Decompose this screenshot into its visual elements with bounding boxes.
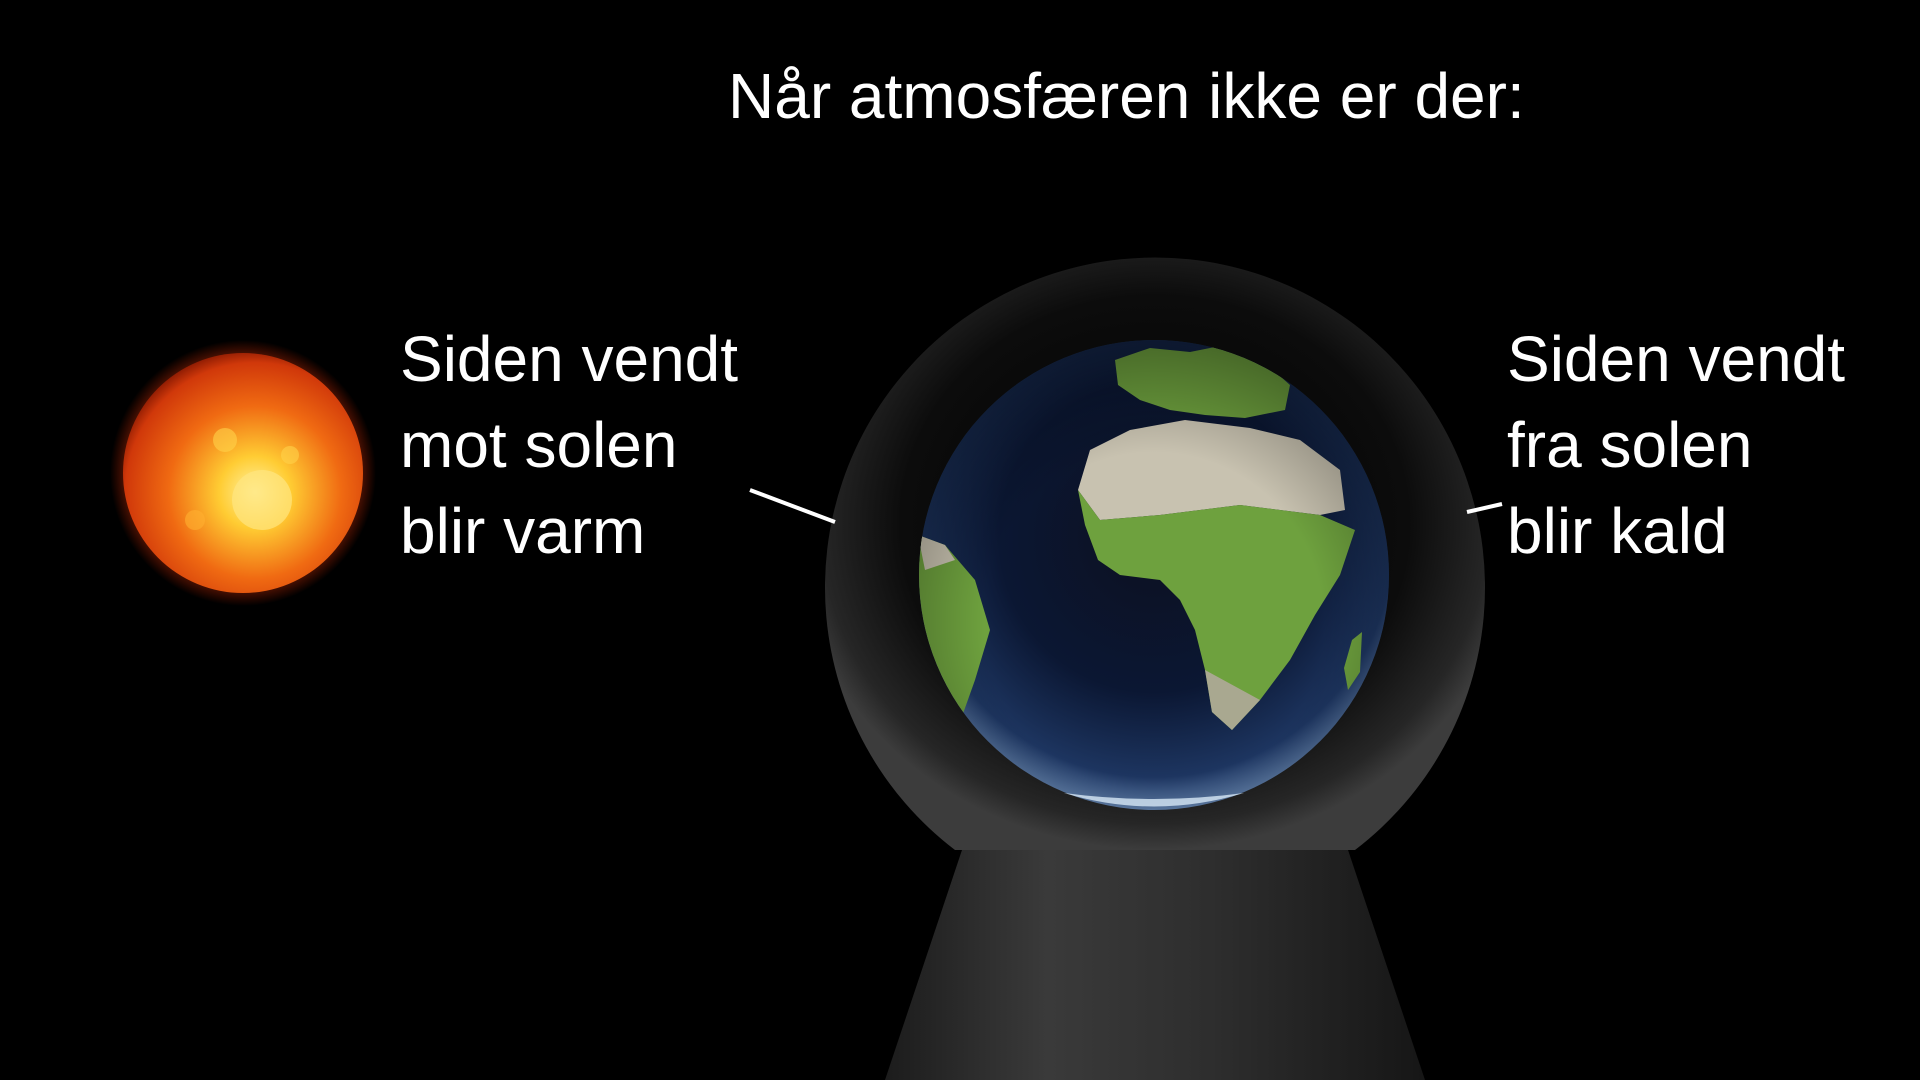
label-line: mot solen bbox=[400, 409, 678, 481]
slide: Når atmosfæren ikke er der: Siden vendt … bbox=[0, 0, 1920, 1080]
slide-title: Når atmosfæren ikke er der: bbox=[728, 60, 1525, 132]
label-line: blir varm bbox=[400, 495, 646, 567]
label-line: blir kald bbox=[1507, 495, 1728, 567]
label-line: fra solen bbox=[1507, 409, 1753, 481]
earth-globe-icon bbox=[919, 340, 1389, 810]
label-line: Siden vendt bbox=[400, 323, 739, 395]
pedestal bbox=[885, 850, 1425, 1080]
sun-facing-side-label: Siden vendt mot solen blir varm bbox=[400, 316, 738, 574]
sun-icon bbox=[110, 340, 376, 606]
shadow-side-label: Siden vendt fra solen blir kald bbox=[1507, 316, 1845, 574]
left-pointer-line bbox=[749, 488, 836, 524]
label-line: Siden vendt bbox=[1507, 323, 1846, 395]
